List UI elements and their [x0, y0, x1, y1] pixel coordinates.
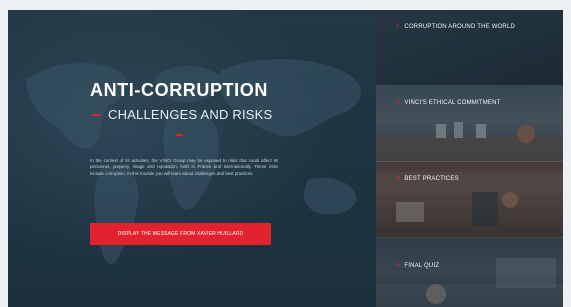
- menu-item-label: BEST PRACTICES: [404, 176, 459, 182]
- menu-item-final-quiz[interactable]: 4. FINAL QUIZ: [376, 238, 563, 307]
- intro-text: In the context of its activities, the VI…: [90, 158, 278, 176]
- page-subtitle: CHALLENGES AND RISKS: [108, 107, 273, 122]
- divider-dash: [176, 134, 183, 136]
- course-screen: ANTI-CORRUPTION CHALLENGES AND RISKS In …: [8, 10, 563, 307]
- module-menu: 1. CORRUPTION AROUND THE WORLD 2. VINCI'…: [376, 10, 563, 307]
- menu-item-label: FINAL QUIZ: [404, 263, 440, 269]
- page-title: ANTI-CORRUPTION: [90, 80, 268, 100]
- menu-item-label: CORRUPTION AROUND THE WORLD: [404, 24, 516, 30]
- menu-item-best-practices[interactable]: 3. BEST PRACTICES: [376, 162, 563, 238]
- menu-item-number: 1.: [396, 24, 402, 30]
- menu-item-corruption-around-the-world[interactable]: 1. CORRUPTION AROUND THE WORLD: [376, 10, 563, 86]
- menu-item-label: VINCI'S ETHICAL COMMITMENT: [404, 100, 501, 106]
- display-message-button[interactable]: DISPLAY THE MESSAGE FROM XAVIER HUILLARD: [90, 223, 271, 245]
- menu-item-number: 4.: [396, 263, 402, 269]
- menu-item-number: 3.: [396, 176, 402, 182]
- menu-item-ethical-commitment[interactable]: 2. VINCI'S ETHICAL COMMITMENT: [376, 86, 563, 162]
- subtitle-row: CHALLENGES AND RISKS: [92, 107, 272, 122]
- hero-panel: ANTI-CORRUPTION CHALLENGES AND RISKS In …: [8, 10, 376, 307]
- subtitle-dash: [92, 113, 100, 116]
- menu-item-number: 2.: [396, 100, 402, 106]
